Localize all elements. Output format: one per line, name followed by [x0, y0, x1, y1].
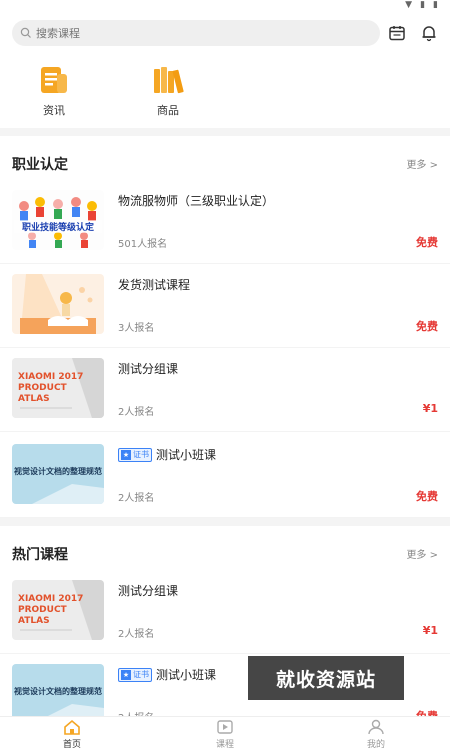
course-thumbnail: XIAOMI 2017 PRODUCT ATLAS [12, 580, 104, 640]
course-price: ¥1 [422, 624, 438, 637]
course-card[interactable]: XIAOMI 2017 PRODUCT ATLAS 测试分组课 2人报名 ¥1 [0, 572, 450, 654]
quick-link-goods[interactable]: 商品 [138, 66, 198, 118]
bottom-tab-bar: 首页 课程 我的 [0, 716, 450, 750]
tab-label: 课程 [215, 740, 234, 750]
thumbnail-caption: 职业技能等级认定 [14, 220, 102, 233]
bell-icon[interactable] [418, 22, 440, 44]
course-title-text: 测试分组课 [118, 584, 179, 598]
enroll-count: 2人报名 [118, 493, 155, 504]
course-price: 免费 [416, 320, 438, 333]
search-input[interactable] [36, 26, 356, 40]
course-title: ★ 证书 测试小班课 [118, 446, 216, 463]
tab-home[interactable]: 首页 [42, 719, 102, 750]
enroll-count: 2人报名 [118, 629, 155, 640]
certificate-badge: ★ 证书 [118, 667, 152, 682]
thumbnail-caption: XIAOMI 2017 PRODUCT ATLAS [18, 372, 84, 404]
watermark-overlay: 就收资源站 [248, 656, 404, 700]
certificate-badge-label: 证书 [133, 670, 149, 679]
course-title: 物流服物师（三级职业认定） [118, 192, 274, 209]
section-header-certification: 职业认定 更多 > [0, 148, 450, 178]
thumbnail-caption: XIAOMI 2017 PRODUCT ATLAS [18, 594, 84, 626]
more-link[interactable]: 更多 > [406, 156, 438, 171]
course-title: 测试分组课 [118, 582, 178, 599]
top-bar [0, 16, 450, 48]
course-title-text: 测试分组课 [118, 362, 179, 376]
course-title: 发货测试课程 [118, 276, 190, 293]
quick-link-label: 资讯 [43, 104, 65, 117]
news-icon [41, 67, 67, 93]
section-title: 职业认定 [12, 157, 68, 173]
certificate-badge-label: 证书 [133, 450, 149, 459]
wifi-icon: ▼ [405, 0, 413, 10]
section-divider [0, 128, 450, 136]
course-price: 免费 [416, 236, 438, 249]
course-thumbnail: 职业技能等级认定 [12, 190, 104, 250]
tab-profile[interactable]: 我的 [346, 719, 406, 750]
more-link[interactable]: 更多 > [406, 546, 438, 561]
course-title-text: 测试小班课 [156, 668, 217, 682]
course-card[interactable]: 职业技能等级认定 物流服物师（三级职业认定） 501人报名 免费 [0, 182, 450, 264]
course-thumbnail: XIAOMI 2017 PRODUCT ATLAS [12, 358, 104, 418]
section-title: 热门课程 [12, 547, 68, 563]
user-icon [368, 719, 384, 735]
status-icons: ▼ ▮ ▮ [405, 0, 438, 10]
goods-icon [154, 67, 184, 94]
course-price: 免费 [416, 490, 438, 503]
battery-icon: ▮ [433, 0, 438, 10]
enroll-count: 3人报名 [118, 323, 155, 334]
quick-links: 资讯 商品 [0, 66, 450, 126]
course-title-text: 测试小班课 [156, 448, 217, 462]
course-thumbnail: 视觉设计文档的整理规范 [12, 664, 104, 724]
play-icon [217, 720, 233, 734]
search-bar[interactable] [12, 20, 380, 46]
calendar-icon[interactable] [386, 22, 408, 44]
certificate-badge: ★ 证书 [118, 447, 152, 462]
course-title: ★ 证书 测试小班课 [118, 666, 216, 683]
course-thumbnail: 视觉设计文档的整理规范 [12, 444, 104, 504]
signal-icon: ▮ [420, 0, 426, 10]
tab-courses[interactable]: 课程 [195, 719, 255, 750]
section-header-popular: 热门课程 更多 > [0, 538, 450, 568]
course-title-text: 物流服物师（三级职业认定） [118, 194, 275, 208]
quick-link-news[interactable]: 资讯 [24, 66, 84, 118]
course-title: 测试分组课 [118, 360, 178, 377]
course-card[interactable]: 视觉设计文档的整理规范 ★证书 测试小班课 2人报名 免费 [0, 436, 450, 518]
course-card[interactable]: XIAOMI 2017 PRODUCT ATLAS 测试分组课 2人报名 ¥1 [0, 350, 450, 432]
home-icon [64, 719, 80, 735]
star-icon: ★ [121, 449, 131, 460]
course-title-text: 发货测试课程 [118, 278, 191, 292]
tab-label: 首页 [62, 740, 81, 750]
section-divider [0, 518, 450, 526]
status-bar: ▼ ▮ ▮ [0, 0, 450, 12]
enroll-count: 2人报名 [118, 407, 155, 418]
thumbnail-caption: 视觉设计文档的整理规范 [14, 687, 102, 696]
quick-link-label: 商品 [157, 104, 179, 117]
course-card[interactable]: 发货测试课程 3人报名 免费 [0, 266, 450, 348]
thumbnail-caption: 视觉设计文档的整理规范 [14, 467, 102, 476]
tab-label: 我的 [366, 740, 385, 750]
course-thumbnail [12, 274, 104, 334]
star-icon: ★ [121, 669, 131, 680]
enroll-count: 501人报名 [118, 239, 168, 250]
course-price: ¥1 [422, 402, 438, 415]
search-icon [20, 27, 31, 38]
